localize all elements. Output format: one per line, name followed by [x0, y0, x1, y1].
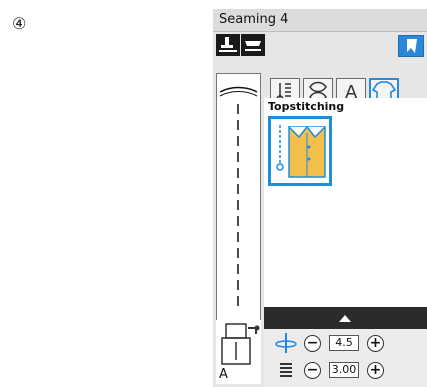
foot-a-icon	[221, 323, 260, 365]
return-arrow-icon	[407, 39, 417, 53]
feed-dog-icon	[245, 41, 261, 51]
needle-position-value: 4.5	[329, 335, 359, 351]
parameter-panel: − 4.5 + − 3.00 +	[264, 329, 427, 387]
plus-button-2[interactable]: +	[367, 362, 384, 379]
stitch-length-icon	[280, 363, 292, 377]
topstitching-shirt-icon	[276, 125, 326, 178]
chevron-up-icon	[339, 315, 351, 322]
presser-foot-icon-button[interactable]	[216, 34, 240, 56]
stitch-length-value: 3.00	[329, 362, 359, 378]
step-number: ④	[12, 14, 27, 33]
presser-foot-icon	[219, 37, 237, 52]
presser-foot-display: A	[216, 320, 261, 384]
screen-title: Seaming 4	[219, 12, 289, 27]
machine-screen: Seaming 4 B	[213, 9, 427, 387]
topstitching-pattern-tile[interactable]	[268, 116, 332, 186]
plus-button-1[interactable]: +	[367, 335, 384, 352]
minus-button-1[interactable]: −	[304, 335, 321, 352]
minus-button-2[interactable]: −	[304, 362, 321, 379]
title-bar: Seaming 4	[213, 9, 427, 32]
stitch-line-icon	[219, 86, 258, 309]
foot-label: A	[219, 367, 228, 382]
collapse-bar[interactable]	[264, 307, 427, 329]
back-button[interactable]	[398, 35, 424, 57]
pattern-panel: Topstitching	[264, 98, 427, 320]
feed-dog-icon-button[interactable]	[241, 34, 265, 56]
category-title: Topstitching	[268, 100, 345, 113]
needle-position-icon	[275, 333, 297, 353]
